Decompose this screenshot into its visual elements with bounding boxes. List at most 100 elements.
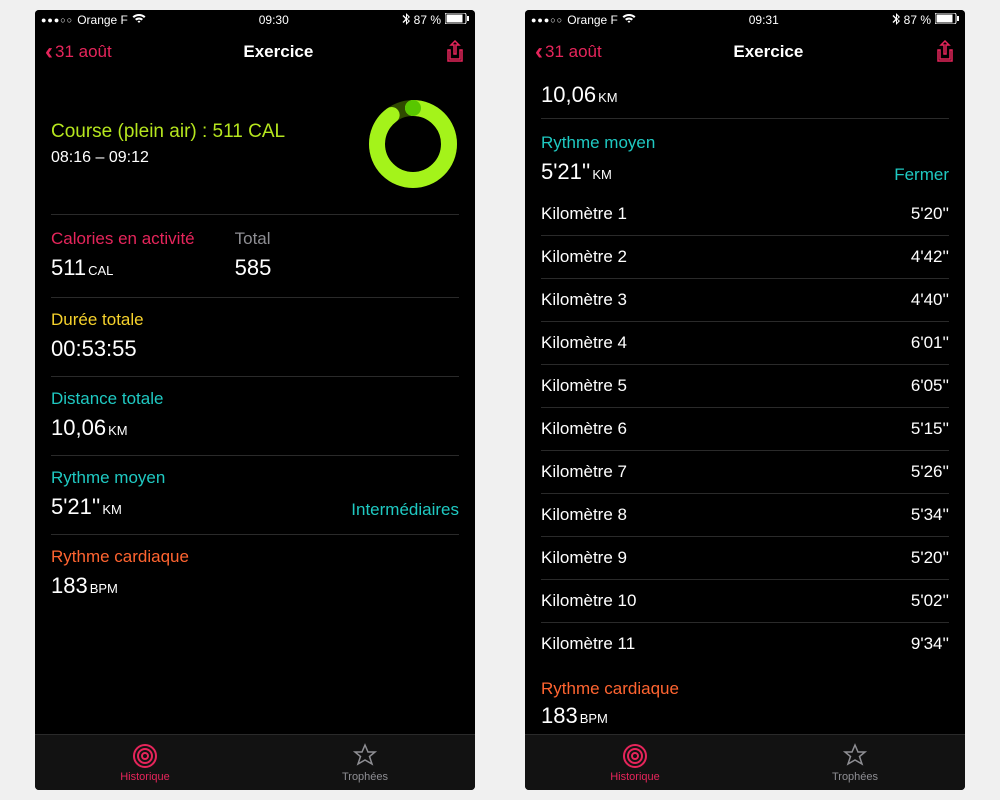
duration-block: Durée totale 00:53:55 bbox=[35, 298, 475, 376]
signal-dots-icon: ●●●○○ bbox=[531, 15, 563, 25]
tab-label: Historique bbox=[610, 771, 660, 783]
tab-label: Historique bbox=[120, 771, 170, 783]
content: Course (plein air) : 511 CAL 08:16 – 09:… bbox=[35, 74, 475, 734]
back-label: 31 août bbox=[545, 42, 602, 62]
split-value: 5'26'' bbox=[911, 462, 949, 482]
active-calories-label: Calories en activité bbox=[51, 229, 195, 249]
heart-rate-label: Rythme cardiaque bbox=[541, 679, 949, 699]
split-value: 4'40'' bbox=[911, 290, 949, 310]
activity-ring-icon bbox=[367, 98, 459, 190]
split-row: Kilomètre 5 6'05'' bbox=[541, 365, 949, 408]
split-value: 6'01'' bbox=[911, 333, 949, 353]
active-calories-value: 511CAL bbox=[51, 255, 195, 281]
share-button[interactable] bbox=[445, 40, 465, 64]
phone-exercise-summary: ●●●○○ Orange F 09:30 87 % ‹ 31 août Exer… bbox=[35, 10, 475, 790]
calories-row: Calories en activité 511CAL Total 585 bbox=[35, 215, 475, 297]
split-label: Kilomètre 1 bbox=[541, 204, 627, 224]
battery-label: 87 % bbox=[904, 13, 931, 27]
activity-rings-icon bbox=[622, 743, 648, 769]
back-label: 31 août bbox=[55, 42, 112, 62]
pace-label: Rythme moyen bbox=[541, 133, 949, 153]
split-row: Kilomètre 3 4'40'' bbox=[541, 279, 949, 322]
tab-trophies[interactable]: Trophées bbox=[745, 735, 965, 790]
back-button[interactable]: ‹ 31 août bbox=[45, 40, 112, 64]
heart-rate-block: Rythme cardiaque 183BPM bbox=[35, 535, 475, 613]
clock-label: 09:31 bbox=[749, 13, 779, 27]
split-label: Kilomètre 11 bbox=[541, 634, 635, 654]
activity-rings-icon bbox=[132, 743, 158, 769]
split-row: Kilomètre 1 5'20'' bbox=[541, 193, 949, 236]
split-label: Kilomètre 6 bbox=[541, 419, 627, 439]
split-label: Kilomètre 2 bbox=[541, 247, 627, 267]
chevron-left-icon: ‹ bbox=[45, 40, 53, 64]
split-value: 5'15'' bbox=[911, 419, 949, 439]
split-row: Kilomètre 11 9'34'' bbox=[541, 623, 949, 665]
share-button[interactable] bbox=[935, 40, 955, 64]
pace-label: Rythme moyen bbox=[51, 468, 459, 488]
pace-block: Rythme moyen 5'21''KM Intermédiaires bbox=[35, 456, 475, 534]
close-splits-button[interactable]: Fermer bbox=[894, 165, 949, 185]
tab-history[interactable]: Historique bbox=[35, 735, 255, 790]
splits-button[interactable]: Intermédiaires bbox=[351, 500, 459, 520]
pace-value: 5'21''KM bbox=[51, 494, 122, 520]
page-title: Exercice bbox=[243, 42, 313, 62]
split-label: Kilomètre 9 bbox=[541, 548, 627, 568]
heart-rate-value: 183BPM bbox=[541, 703, 949, 729]
divider bbox=[541, 118, 949, 119]
battery-icon bbox=[935, 13, 959, 27]
splits-list: Kilomètre 15'20''Kilomètre 24'42''Kilomè… bbox=[541, 193, 949, 665]
duration-label: Durée totale bbox=[51, 310, 459, 330]
heart-rate-label: Rythme cardiaque bbox=[51, 547, 459, 567]
split-row: Kilomètre 9 5'20'' bbox=[541, 537, 949, 580]
navigation-bar: ‹ 31 août Exercice bbox=[35, 30, 475, 74]
split-row: Kilomètre 2 4'42'' bbox=[541, 236, 949, 279]
back-button[interactable]: ‹ 31 août bbox=[535, 40, 602, 64]
carrier-label: Orange F bbox=[77, 13, 128, 27]
content[interactable]: 10,06KM Rythme moyen 5'21''KM Fermer Kil… bbox=[525, 74, 965, 734]
clock-label: 09:30 bbox=[259, 13, 289, 27]
split-label: Kilomètre 10 bbox=[541, 591, 636, 611]
split-value: 5'20'' bbox=[911, 204, 949, 224]
workout-title: Course (plein air) : 511 CAL bbox=[51, 121, 285, 143]
split-row: Kilomètre 6 5'15'' bbox=[541, 408, 949, 451]
battery-label: 87 % bbox=[414, 13, 441, 27]
page-title: Exercice bbox=[733, 42, 803, 62]
workout-timespan: 08:16 – 09:12 bbox=[51, 149, 285, 167]
split-label: Kilomètre 3 bbox=[541, 290, 627, 310]
tab-trophies[interactable]: Trophées bbox=[255, 735, 475, 790]
battery-icon bbox=[445, 13, 469, 27]
star-icon bbox=[842, 743, 868, 769]
tab-label: Trophées bbox=[832, 771, 878, 783]
phone-exercise-splits: ●●●○○ Orange F 09:31 87 % ‹ 31 août Exer… bbox=[525, 10, 965, 790]
status-bar: ●●●○○ Orange F 09:31 87 % bbox=[525, 10, 965, 30]
split-label: Kilomètre 4 bbox=[541, 333, 627, 353]
bluetooth-icon bbox=[402, 13, 410, 28]
bluetooth-icon bbox=[892, 13, 900, 28]
split-value: 5'20'' bbox=[911, 548, 949, 568]
wifi-icon bbox=[622, 13, 636, 27]
carrier-label: Orange F bbox=[567, 13, 618, 27]
split-row: Kilomètre 8 5'34'' bbox=[541, 494, 949, 537]
distance-value: 10,06KM bbox=[541, 82, 949, 108]
tab-history[interactable]: Historique bbox=[525, 735, 745, 790]
star-icon bbox=[352, 743, 378, 769]
tab-bar: Historique Trophées bbox=[525, 734, 965, 790]
total-calories-value: 585 bbox=[235, 255, 272, 281]
split-label: Kilomètre 8 bbox=[541, 505, 627, 525]
workout-hero: Course (plein air) : 511 CAL 08:16 – 09:… bbox=[35, 74, 475, 214]
distance-label: Distance totale bbox=[51, 389, 459, 409]
wifi-icon bbox=[132, 13, 146, 27]
distance-value: 10,06KM bbox=[51, 415, 459, 441]
chevron-left-icon: ‹ bbox=[535, 40, 543, 64]
split-value: 5'34'' bbox=[911, 505, 949, 525]
split-value: 5'02'' bbox=[911, 591, 949, 611]
distance-block: Distance totale 10,06KM bbox=[35, 377, 475, 455]
split-value: 4'42'' bbox=[911, 247, 949, 267]
tab-bar: Historique Trophées bbox=[35, 734, 475, 790]
signal-dots-icon: ●●●○○ bbox=[41, 15, 73, 25]
split-value: 9'34'' bbox=[911, 634, 949, 654]
split-label: Kilomètre 5 bbox=[541, 376, 627, 396]
split-value: 6'05'' bbox=[911, 376, 949, 396]
navigation-bar: ‹ 31 août Exercice bbox=[525, 30, 965, 74]
split-row: Kilomètre 10 5'02'' bbox=[541, 580, 949, 623]
